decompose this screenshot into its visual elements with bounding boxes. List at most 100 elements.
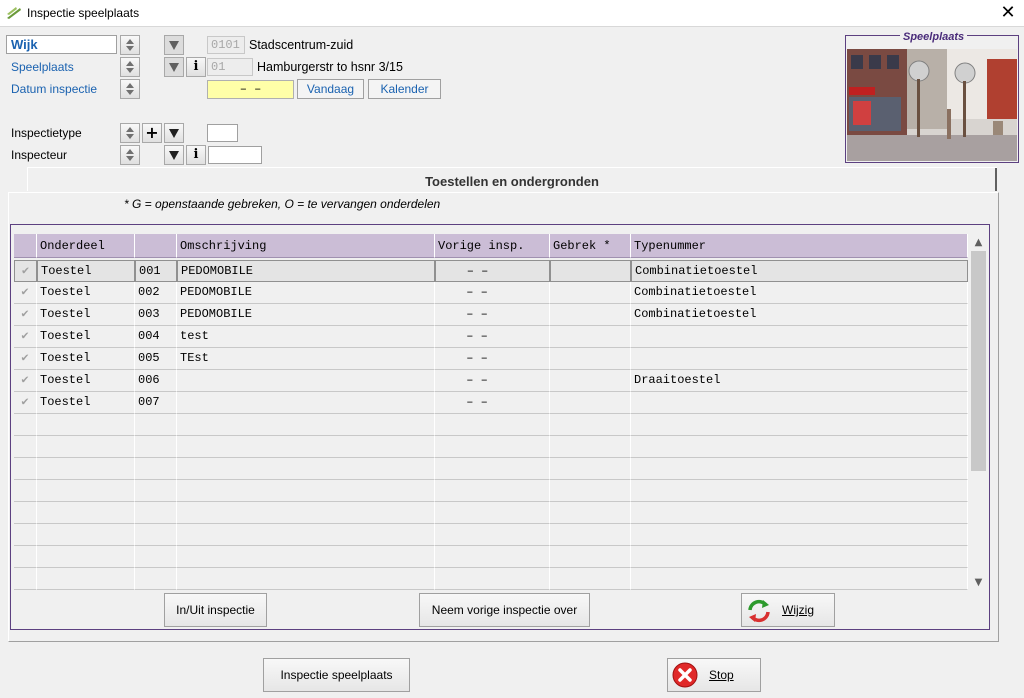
cell-vorige-insp[interactable] bbox=[435, 546, 550, 568]
vandaag-button[interactable]: Vandaag bbox=[297, 79, 364, 99]
table-row[interactable]: ✔ Toestel 002 PEDOMOBILE – – Combinatietoeste… bbox=[14, 282, 968, 304]
table-row[interactable]: ✔ Toestel 006 – – Draaitoestel bbox=[14, 370, 968, 392]
cell-nr[interactable]: 002 bbox=[135, 282, 177, 304]
table-row[interactable] bbox=[14, 568, 968, 590]
cell-omschrijving[interactable]: PEDOMOBILE bbox=[177, 304, 435, 326]
cell-onderdeel[interactable]: Toestel bbox=[37, 392, 135, 414]
cell-onderdeel[interactable] bbox=[37, 480, 135, 502]
cell-gebrek[interactable] bbox=[550, 392, 631, 414]
table-row[interactable] bbox=[14, 546, 968, 568]
column-header-typenummer[interactable]: Typenummer bbox=[631, 234, 968, 258]
cell-omschrijving[interactable]: TEst bbox=[177, 348, 435, 370]
column-header-vorige-insp[interactable]: Vorige insp. bbox=[435, 234, 550, 258]
cell-typenummer[interactable] bbox=[631, 546, 968, 568]
cell-onderdeel[interactable]: Toestel bbox=[37, 370, 135, 392]
cell-typenummer[interactable] bbox=[631, 348, 968, 370]
column-header-onderdeel[interactable]: Onderdeel bbox=[37, 234, 135, 258]
cell-typenummer[interactable]: Combinatietoestel bbox=[631, 282, 968, 304]
cell-gebrek[interactable] bbox=[550, 370, 631, 392]
cell-onderdeel[interactable]: Toestel bbox=[37, 326, 135, 348]
datum-spin-button[interactable] bbox=[120, 79, 140, 99]
cell-vorige-insp[interactable]: – – bbox=[435, 304, 550, 326]
scrollbar-thumb[interactable] bbox=[971, 251, 986, 471]
cell-typenummer[interactable] bbox=[631, 524, 968, 546]
cell-onderdeel[interactable] bbox=[37, 414, 135, 436]
row-check-icon[interactable] bbox=[14, 502, 37, 524]
cell-onderdeel[interactable] bbox=[37, 502, 135, 524]
cell-vorige-insp[interactable]: – – bbox=[435, 260, 550, 282]
cell-omschrijving[interactable] bbox=[177, 524, 435, 546]
cell-omschrijving[interactable]: test bbox=[177, 326, 435, 348]
cell-vorige-insp[interactable] bbox=[435, 568, 550, 590]
cell-typenummer[interactable] bbox=[631, 568, 968, 590]
table-row[interactable] bbox=[14, 458, 968, 480]
cell-vorige-insp[interactable]: – – bbox=[435, 282, 550, 304]
cell-nr[interactable] bbox=[135, 436, 177, 458]
column-header-omschrijving[interactable]: Omschrijving bbox=[177, 234, 435, 258]
cell-typenummer[interactable] bbox=[631, 458, 968, 480]
cell-onderdeel[interactable]: Toestel bbox=[37, 304, 135, 326]
inspectietype-spin-button[interactable] bbox=[120, 123, 140, 143]
cell-onderdeel[interactable] bbox=[37, 568, 135, 590]
inspecteur-spin-button[interactable] bbox=[120, 145, 140, 165]
cell-gebrek[interactable] bbox=[550, 326, 631, 348]
cell-onderdeel[interactable]: Toestel bbox=[37, 260, 135, 282]
cell-vorige-insp[interactable] bbox=[435, 502, 550, 524]
cell-gebrek[interactable] bbox=[550, 458, 631, 480]
table-row[interactable]: ✔ Toestel 007 – – bbox=[14, 392, 968, 414]
inspectietype-add-button[interactable]: + bbox=[142, 123, 162, 143]
cell-typenummer[interactable] bbox=[631, 436, 968, 458]
speelplaats-dropdown-button[interactable] bbox=[164, 57, 184, 77]
row-check-icon[interactable] bbox=[14, 546, 37, 568]
wijzig-button[interactable]: Wijzig bbox=[741, 593, 835, 627]
cell-vorige-insp[interactable] bbox=[435, 458, 550, 480]
inspectietype-dropdown-button[interactable] bbox=[164, 123, 184, 143]
cell-typenummer[interactable] bbox=[631, 326, 968, 348]
cell-omschrijving[interactable] bbox=[177, 392, 435, 414]
cell-vorige-insp[interactable] bbox=[435, 436, 550, 458]
table-row[interactable] bbox=[14, 436, 968, 458]
cell-omschrijving[interactable] bbox=[177, 502, 435, 524]
toestellen-grid[interactable]: Onderdeel Omschrijving Vorige insp. Gebr… bbox=[14, 234, 968, 590]
cell-gebrek[interactable] bbox=[550, 502, 631, 524]
inspectietype-input[interactable] bbox=[207, 124, 238, 142]
cell-gebrek[interactable] bbox=[550, 414, 631, 436]
cell-vorige-insp[interactable]: – – bbox=[435, 326, 550, 348]
cell-nr[interactable] bbox=[135, 480, 177, 502]
column-header-nr[interactable] bbox=[135, 234, 177, 258]
row-check-icon[interactable]: ✔ bbox=[14, 260, 37, 282]
cell-onderdeel[interactable] bbox=[37, 458, 135, 480]
table-row[interactable] bbox=[14, 480, 968, 502]
cell-nr[interactable]: 006 bbox=[135, 370, 177, 392]
row-check-icon[interactable]: ✔ bbox=[14, 392, 37, 414]
cell-nr[interactable] bbox=[135, 502, 177, 524]
cell-vorige-insp[interactable] bbox=[435, 480, 550, 502]
table-row[interactable] bbox=[14, 524, 968, 546]
row-check-icon[interactable]: ✔ bbox=[14, 326, 37, 348]
cell-nr[interactable]: 007 bbox=[135, 392, 177, 414]
row-check-icon[interactable]: ✔ bbox=[14, 282, 37, 304]
cell-omschrijving[interactable] bbox=[177, 568, 435, 590]
cell-typenummer[interactable] bbox=[631, 502, 968, 524]
table-row[interactable] bbox=[14, 414, 968, 436]
speelplaats-info-button[interactable]: i bbox=[186, 57, 206, 77]
cell-nr[interactable] bbox=[135, 414, 177, 436]
cell-typenummer[interactable]: Combinatietoestel bbox=[631, 304, 968, 326]
cell-omschrijving[interactable] bbox=[177, 480, 435, 502]
cell-nr[interactable] bbox=[135, 546, 177, 568]
cell-typenummer[interactable] bbox=[631, 480, 968, 502]
cell-gebrek[interactable] bbox=[550, 348, 631, 370]
table-row[interactable]: ✔ Toestel 004 test – – bbox=[14, 326, 968, 348]
cell-gebrek[interactable] bbox=[550, 524, 631, 546]
row-check-icon[interactable] bbox=[14, 436, 37, 458]
cell-nr[interactable]: 005 bbox=[135, 348, 177, 370]
cell-typenummer[interactable]: Combinatietoestel bbox=[631, 260, 968, 282]
table-row[interactable]: ✔ Toestel 001 PEDOMOBILE – – Combinatietoeste… bbox=[14, 260, 968, 282]
column-header-gebrek[interactable]: Gebrek * bbox=[550, 234, 631, 258]
cell-nr[interactable] bbox=[135, 568, 177, 590]
cell-vorige-insp[interactable] bbox=[435, 524, 550, 546]
wijk-dropdown-button[interactable] bbox=[164, 35, 184, 55]
cell-gebrek[interactable] bbox=[550, 436, 631, 458]
scroll-down-icon[interactable]: ▼ bbox=[970, 574, 987, 591]
cell-gebrek[interactable] bbox=[550, 282, 631, 304]
